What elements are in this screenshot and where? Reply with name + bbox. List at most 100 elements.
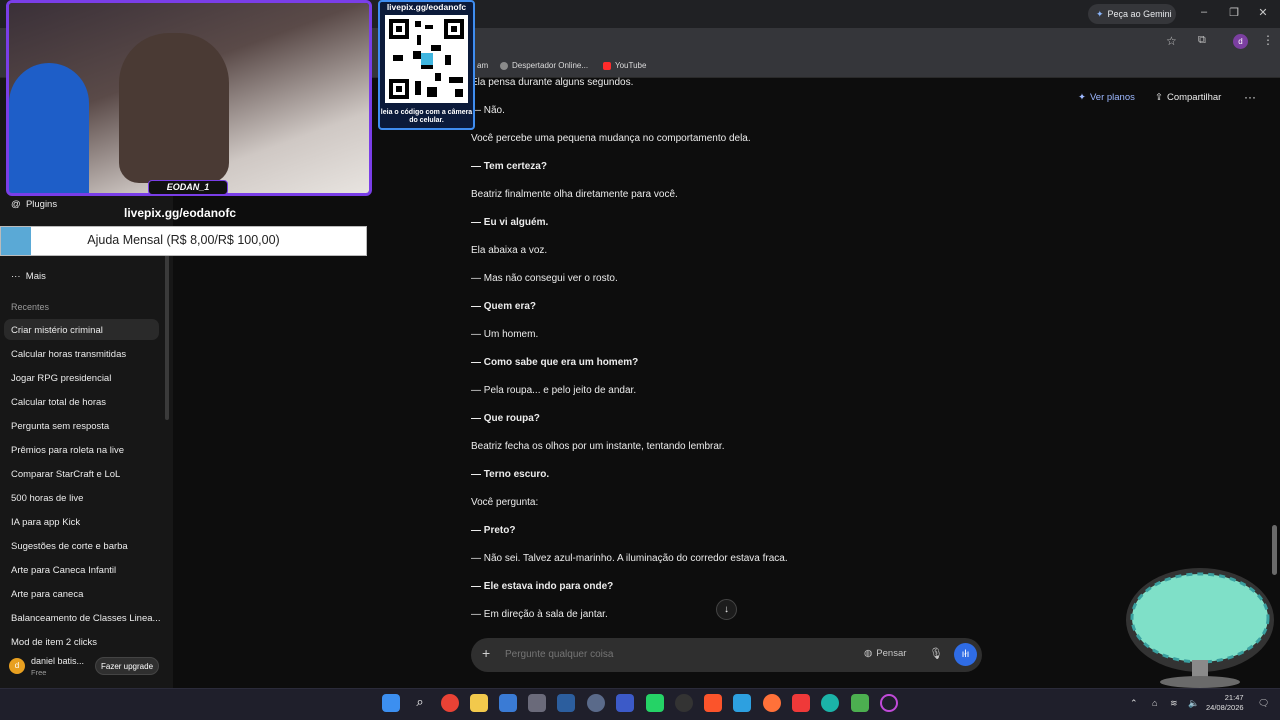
qr-code — [385, 15, 468, 103]
taskbar — [0, 688, 1280, 720]
settings-icon[interactable] — [587, 694, 605, 712]
recent-chat-item[interactable]: Jogar RPG presidencial — [11, 373, 111, 384]
notification-icon[interactable]: 🗨 — [1258, 698, 1269, 709]
share-button[interactable]: ⇪ Compartilhar — [1155, 92, 1221, 103]
edge-icon[interactable] — [821, 694, 839, 712]
ajuda-mensal-text: Ajuda Mensal (R$ 8,00/R$ 100,00) — [87, 233, 280, 247]
voice-mode-button[interactable]: ıłı — [954, 643, 977, 666]
sidebar-item-mais[interactable]: ··· Mais — [11, 271, 46, 282]
remote-desktop-icon[interactable] — [557, 694, 575, 712]
recent-chat-item[interactable]: Comparar StarCraft e LoL — [11, 469, 120, 480]
user-avatar: d — [9, 658, 25, 674]
bookmark-item[interactable]: am — [477, 61, 488, 70]
plus-icon[interactable]: + — [482, 645, 490, 661]
start-icon[interactable] — [382, 694, 400, 712]
recent-chat-item[interactable]: Sugestões de corte e barba — [11, 541, 128, 552]
bookmark-item[interactable]: Despertador Online... — [500, 61, 588, 70]
search-icon[interactable]: ⌕ — [411, 694, 429, 712]
firefox-icon[interactable] — [763, 694, 781, 712]
scroll-down-button[interactable]: ↓ — [716, 599, 737, 620]
vscode-icon[interactable] — [733, 694, 751, 712]
chat-line: — Preto? — [471, 525, 516, 536]
sidebar-item-label: Mais — [25, 271, 46, 282]
maximize-icon[interactable]: ❐ — [1226, 6, 1242, 19]
pensar-label: Pensar — [876, 648, 907, 659]
more-icon: ··· — [11, 271, 21, 282]
taskbar-clock[interactable]: 21:47 24/08/2026 — [1206, 693, 1244, 713]
close-icon[interactable]: ✕ — [1255, 6, 1271, 19]
network-icon[interactable]: ⌂ — [1152, 698, 1157, 708]
chrome-icon[interactable] — [441, 694, 459, 712]
profile-avatar[interactable]: d — [1233, 34, 1248, 49]
extensions-icon[interactable]: ⧉ — [1198, 34, 1206, 47]
chat-line: — Em direção à sala de jantar. — [471, 609, 608, 620]
obs-icon[interactable] — [675, 694, 693, 712]
streamer-silhouette — [119, 33, 229, 183]
more-options-icon[interactable]: ··· — [1244, 90, 1256, 104]
calculator-icon[interactable] — [528, 694, 546, 712]
livepix-url: livepix.gg/eodanofc — [124, 206, 237, 220]
volume-icon[interactable]: 🔈 — [1188, 698, 1199, 709]
chat-line: Ela pensa durante alguns segundos. — [471, 77, 634, 88]
star-icon[interactable]: ☆ — [1166, 34, 1177, 48]
chat-line: — Tem certeza? — [471, 161, 547, 172]
clock-time: 21:47 — [1224, 693, 1244, 702]
qr-subtitle: leia o código com a câmera do celular. — [380, 109, 473, 124]
upgrade-button[interactable]: Fazer upgrade — [95, 657, 159, 675]
gemini-button[interactable]: ✦ Peça ao Gemini — [1088, 4, 1176, 24]
gemini-label: Peça ao Gemini — [1107, 9, 1172, 19]
recent-chat-item[interactable]: IA para app Kick — [11, 517, 80, 528]
chat-line: — Mas não consegui ver o rosto. — [471, 273, 618, 284]
microphone-icon[interactable]: 🎙 — [929, 647, 943, 660]
recent-chat-item[interactable]: Arte para Caneca Infantil — [11, 565, 116, 576]
clock-date: 24/08/2026 — [1206, 703, 1244, 712]
chat-line: Beatriz finalmente olha diretamente para… — [471, 189, 678, 200]
chat-line: — Não. — [471, 105, 505, 116]
opera-icon[interactable] — [880, 694, 898, 712]
recent-chat-item[interactable]: Balanceamento de Classes Linea... — [11, 613, 160, 624]
photos-icon[interactable] — [499, 694, 517, 712]
chat-line: — Um homem. — [471, 329, 539, 340]
recent-chat-item[interactable]: Calcular total de horas — [11, 397, 106, 408]
chat-line: — Eu vi alguém. — [471, 217, 549, 228]
recent-chat-item[interactable]: Pergunta sem resposta — [11, 421, 109, 432]
chat-line: — Quem era? — [471, 301, 537, 312]
recentes-heading: Recentes — [11, 302, 50, 312]
bookmark-item[interactable]: YouTube — [603, 61, 646, 70]
chat-line: Você percebe uma pequena mudança no comp… — [471, 133, 751, 144]
gemini-icon: ✦ — [1096, 8, 1104, 19]
sidebar-item-plugins[interactable]: @ Plugins — [11, 199, 57, 210]
recent-chat-item[interactable]: Calcular horas transmitidas — [11, 349, 126, 360]
tray-chevron-icon[interactable]: ⌃ — [1130, 698, 1138, 709]
recent-chat-item[interactable]: Criar mistério criminal — [11, 325, 103, 336]
recent-chat-item[interactable]: 500 horas de live — [11, 493, 83, 504]
pensar-button[interactable]: ◍ Pensar — [864, 648, 906, 659]
browser-menu-icon[interactable]: ⋮ — [1262, 33, 1274, 47]
recent-chat-item[interactable]: Arte para caneca — [11, 589, 83, 600]
cam-name-tag: EODAN_1 — [148, 180, 228, 195]
lightbulb-icon: ◍ — [864, 648, 873, 659]
alarm-icon — [500, 61, 508, 70]
ver-planos-label: Ver planos — [1089, 92, 1135, 103]
chat-line: — Ele estava indo para onde? — [471, 581, 614, 592]
chat-line: — Como sabe que era um homem? — [471, 357, 639, 368]
webcam-overlay — [6, 0, 372, 196]
sidebar-scrollbar[interactable] — [165, 240, 169, 420]
ver-planos-button[interactable]: ✦ Ver planos — [1078, 92, 1135, 103]
recent-chat-item[interactable]: Mod de item 2 clicks — [11, 637, 97, 647]
whatsapp-icon[interactable] — [646, 694, 664, 712]
at-icon: @ — [11, 199, 21, 210]
lava-lamp-overlay — [1126, 568, 1274, 688]
brave-icon[interactable] — [704, 694, 722, 712]
app-icon[interactable] — [851, 694, 869, 712]
teams-icon[interactable] — [616, 694, 634, 712]
minimize-icon[interactable]: – — [1196, 6, 1212, 18]
chat-line: — Terno escuro. — [471, 469, 550, 480]
wifi-icon[interactable]: ≋ — [1170, 698, 1178, 709]
file-explorer-icon[interactable] — [470, 694, 488, 712]
recent-chat-item[interactable]: Prêmios para roleta na live — [11, 445, 124, 456]
sidebar-item-label: Plugins — [25, 199, 58, 210]
vivaldi-icon[interactable] — [792, 694, 810, 712]
bookmark-label: YouTube — [615, 61, 647, 70]
prompt-input[interactable] — [505, 649, 845, 660]
